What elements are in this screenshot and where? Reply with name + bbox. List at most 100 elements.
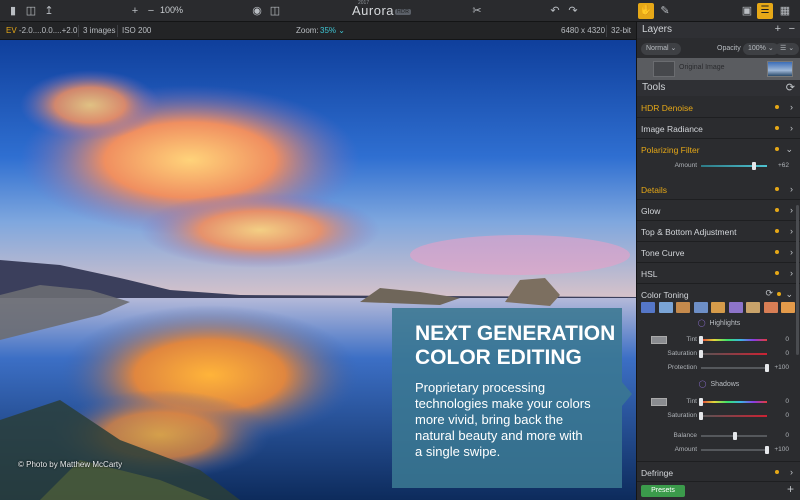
toning-swatch[interactable] [763, 302, 778, 313]
polarizing-amount-slider[interactable]: Amount +62 [637, 160, 800, 172]
divider [78, 25, 79, 37]
tool-defringe[interactable]: Defringe › [637, 461, 800, 482]
chevron-down-icon: ⌄ [785, 144, 793, 154]
layer-menu-button[interactable]: ☰ ⌄ [775, 43, 800, 55]
toning-swatch[interactable] [711, 302, 725, 313]
active-dot-icon [775, 105, 779, 109]
promo-headline-1: NEXT GENERATION [415, 322, 616, 345]
slider-knob[interactable] [765, 364, 769, 372]
toning-presets [641, 302, 797, 314]
layer-mask-thumb [653, 61, 675, 77]
chevron-right-icon: › [790, 205, 793, 215]
zoom-in-icon[interactable]: + [128, 4, 142, 18]
active-dot-icon [775, 271, 779, 275]
remove-layer-button[interactable]: − [789, 23, 795, 35]
chevron-right-icon: › [790, 102, 793, 112]
highlights-icon: ◯ [697, 320, 706, 327]
toning-swatch[interactable] [728, 302, 743, 313]
bit-depth: 32-bit [611, 26, 632, 35]
layer-image-thumb [767, 61, 793, 77]
divider [606, 25, 607, 37]
chevron-right-icon: › [790, 226, 793, 236]
highlights-tint-slider[interactable]: Tint 0 [637, 334, 800, 346]
eye-preview-icon[interactable]: ◉ [250, 4, 264, 18]
zoom-out-icon[interactable]: − [144, 4, 158, 18]
presets-button[interactable]: Presets [641, 485, 685, 497]
slider-knob[interactable] [699, 350, 703, 358]
tool-image-radiance[interactable]: Image Radiance › [637, 118, 800, 139]
highlights-saturation-slider[interactable]: Saturation 0 [637, 348, 800, 360]
slider-knob[interactable] [765, 446, 769, 454]
shadows-icon: ◯ [698, 381, 707, 388]
shadows-header: ◯ Shadows [698, 381, 740, 388]
tool-details[interactable]: Details › [637, 179, 800, 200]
slider-knob[interactable] [699, 398, 703, 406]
chevron-right-icon: › [790, 268, 793, 278]
shadows-tint-slider[interactable]: Tint 0 [637, 396, 800, 408]
layer-controls: Normal ⌄ Opacity 100% ⌄ ☰ ⌄ [637, 42, 800, 56]
blend-mode-select[interactable]: Normal ⌄ [641, 43, 682, 55]
balance-slider[interactable]: Balance 0 [637, 430, 800, 442]
tool-polarizing-filter[interactable]: Polarizing Filter ⌄ [637, 139, 800, 160]
tool-glow[interactable]: Glow › [637, 200, 800, 221]
compare-icon[interactable]: ◫ [268, 4, 282, 18]
right-panel: Layers + − Normal ⌄ Opacity 100% ⌄ ☰ ⌄ O… [636, 22, 800, 500]
toning-swatch[interactable] [641, 302, 655, 313]
new-icon[interactable]: ▮ [6, 4, 20, 18]
slider-knob[interactable] [733, 432, 737, 440]
divider [117, 25, 118, 37]
tool-top-bottom-adjustment[interactable]: Top & Bottom Adjustment › [637, 221, 800, 242]
layer-name: Original Image [679, 64, 725, 71]
add-preset-button[interactable]: + [787, 482, 794, 496]
brush-tool-icon[interactable]: ✎ [658, 4, 672, 18]
image-count: 3 images [83, 26, 116, 35]
share-icon[interactable]: ↥ [42, 4, 56, 18]
tool-tone-curve[interactable]: Tone Curve › [637, 242, 800, 263]
opacity-select[interactable]: 100% ⌄ [743, 43, 779, 55]
chevron-right-icon: › [790, 123, 793, 133]
highlights-header: ◯ Highlights [697, 320, 741, 327]
amount-slider[interactable]: Amount +100 [637, 444, 800, 456]
ev-range: EV -2.0....0.0....+2.0 [6, 26, 78, 35]
slider-knob[interactable] [699, 412, 703, 420]
redo-icon[interactable]: ↷ [566, 4, 580, 18]
toning-swatch[interactable] [693, 302, 708, 313]
hand-tool-icon[interactable]: ✋ [638, 3, 654, 19]
iso-value: ISO 200 [122, 26, 152, 35]
zoom-percent[interactable]: 100% [160, 5, 183, 15]
toning-swatch[interactable] [781, 302, 795, 313]
undo-icon[interactable]: ↶ [548, 4, 562, 18]
slider-knob[interactable] [752, 162, 757, 170]
add-layer-button[interactable]: + [775, 23, 781, 35]
promo-callout: NEXT GENERATION COLOR EDITING Proprietar… [392, 308, 632, 488]
toning-swatch[interactable] [746, 302, 760, 313]
open-icon[interactable]: ◫ [24, 4, 38, 18]
tool-hsl[interactable]: HSL › [637, 263, 800, 284]
refresh-icon[interactable]: ⟳ [765, 288, 773, 299]
shadows-saturation-slider[interactable]: Saturation 0 [637, 410, 800, 422]
photo-credit: © Photo by Matthew McCarty [18, 460, 123, 469]
tool-hdr-denoise[interactable]: HDR Denoise › [637, 97, 800, 118]
chevron-right-icon: › [790, 184, 793, 194]
zoom-dropdown[interactable]: 35% ⌄ [320, 26, 345, 35]
refresh-icon[interactable]: ⟳ [786, 81, 795, 94]
toning-swatch[interactable] [658, 302, 673, 313]
top-toolbar: ▮ ◫ ↥ + − 100% ◉ ◫ 2017 Aurora HDR ✂ ↶ ↷ … [0, 0, 800, 22]
highlights-protection-slider[interactable]: Protection +100 [637, 362, 800, 374]
panel-toggle-icon[interactable]: ▣ [740, 4, 754, 18]
layers-icon[interactable]: ☰ [757, 3, 773, 19]
image-icon[interactable]: ▦ [778, 4, 792, 18]
zoom-label: Zoom: [296, 26, 319, 35]
active-dot-icon [775, 126, 779, 130]
tools-scrollbar[interactable] [796, 205, 799, 355]
layer-row[interactable]: Original Image [637, 58, 800, 80]
toning-swatch[interactable] [676, 302, 690, 313]
opacity-label: Opacity [717, 45, 741, 52]
crop-icon[interactable]: ✂ [470, 4, 484, 18]
active-dot-icon [777, 292, 781, 296]
chevron-right-icon: › [790, 247, 793, 257]
info-bar: EV -2.0....0.0....+2.0 3 images ISO 200 … [0, 22, 636, 40]
active-dot-icon [775, 147, 779, 151]
slider-knob[interactable] [699, 336, 703, 344]
active-dot-icon [775, 208, 779, 212]
